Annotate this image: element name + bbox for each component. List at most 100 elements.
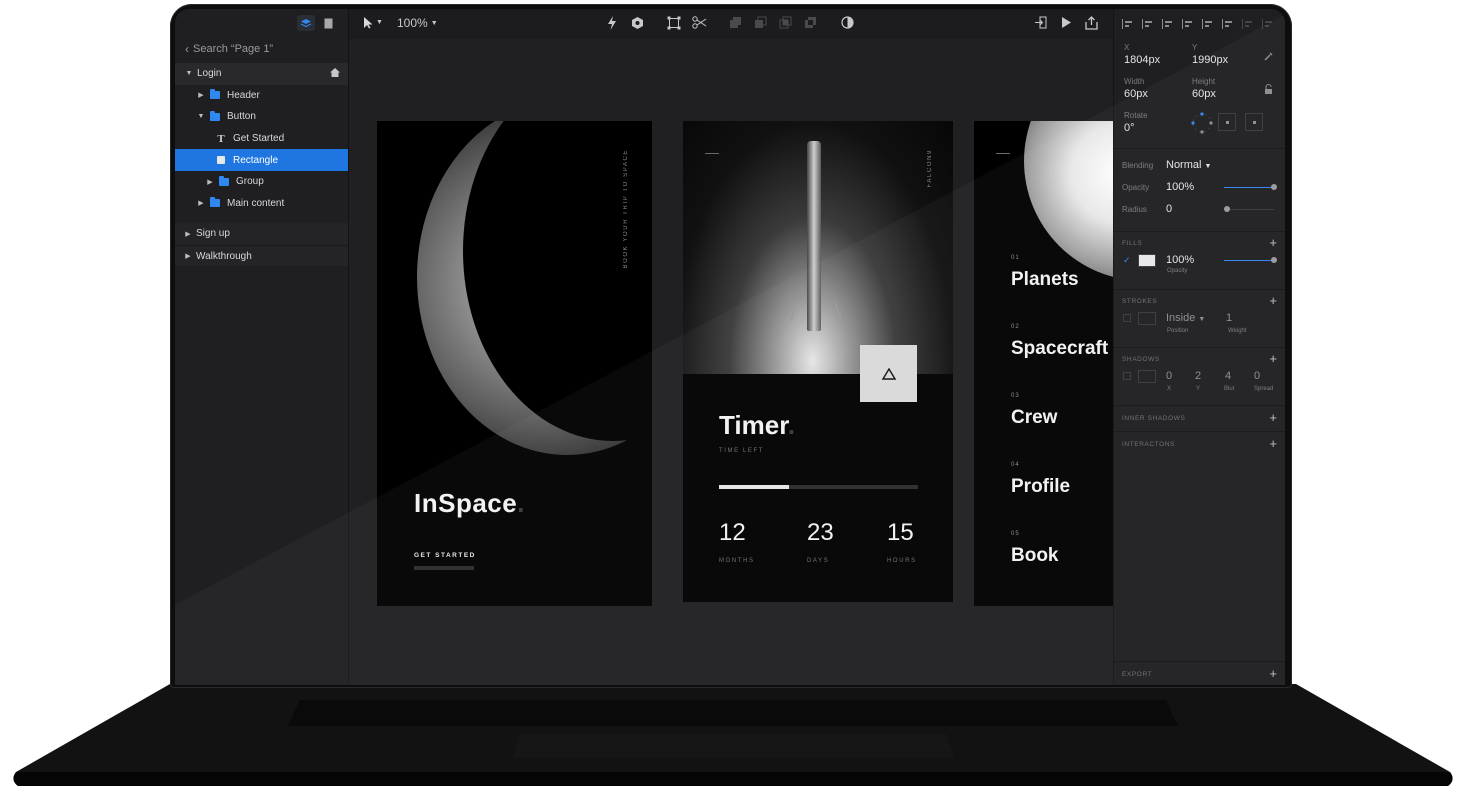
boolean-union-button[interactable] xyxy=(729,16,742,29)
add-fill-button[interactable]: + xyxy=(1269,236,1277,249)
rotation-dial-icon[interactable] xyxy=(1190,111,1214,135)
caret-down-icon[interactable]: ▼ xyxy=(185,70,193,77)
preview-button[interactable] xyxy=(1061,16,1072,29)
menu-item-book[interactable]: Book xyxy=(1011,545,1059,567)
align-left-icon[interactable] xyxy=(1122,19,1134,29)
shadow-y-input[interactable]: 2 xyxy=(1195,370,1201,382)
menu-item-profile[interactable]: Profile xyxy=(1011,476,1070,498)
distribute-horizontal-icon[interactable] xyxy=(1242,19,1254,29)
interactions-header: INTERACTONS xyxy=(1122,441,1176,448)
shadow-blur-input[interactable]: 4 xyxy=(1225,370,1231,382)
add-export-button[interactable]: + xyxy=(1269,667,1277,680)
layers-tab[interactable] xyxy=(297,15,315,31)
add-interaction-button[interactable]: + xyxy=(1269,437,1277,450)
caret-right-icon[interactable]: ▶ xyxy=(206,178,214,186)
strokes-header: STROKES xyxy=(1122,298,1158,305)
artboard-timer[interactable]: FALCON9 Timer. TIME LEFT 12 MONTHS 23 DA… xyxy=(683,121,953,602)
shadow-spread-input[interactable]: 0 xyxy=(1254,370,1260,382)
brand-dot: . xyxy=(517,488,525,518)
transform-button[interactable] xyxy=(667,16,681,30)
align-top-icon[interactable] xyxy=(1182,19,1194,29)
layer-login[interactable]: ▼ Login xyxy=(175,63,348,85)
align-bottom-icon[interactable] xyxy=(1222,19,1234,29)
fill-opacity-slider[interactable] xyxy=(1224,260,1274,261)
boolean-subtract-button[interactable] xyxy=(754,16,767,29)
caret-right-icon[interactable]: ▶ xyxy=(197,91,205,99)
menu-item-planets[interactable]: Planets xyxy=(1011,269,1079,291)
pages-tab[interactable] xyxy=(319,15,337,31)
rotate-input[interactable]: 0° xyxy=(1124,122,1135,134)
stroke-checkbox[interactable] xyxy=(1123,314,1131,322)
flip-vertical-button[interactable] xyxy=(1245,113,1263,131)
layer-main-content[interactable]: ▶ Main content xyxy=(175,193,348,215)
import-button[interactable] xyxy=(1035,16,1047,29)
fill-color-swatch[interactable] xyxy=(1138,254,1156,267)
caret-right-icon[interactable]: ▶ xyxy=(184,230,192,238)
layer-header[interactable]: ▶ Header xyxy=(175,85,348,107)
layer-get-started[interactable]: T Get Started xyxy=(175,128,348,150)
shadow-checkbox[interactable] xyxy=(1123,372,1131,380)
export-header: EXPORT xyxy=(1122,671,1153,678)
caret-right-icon[interactable]: ▶ xyxy=(184,252,192,260)
layer-group[interactable]: ▶ Group xyxy=(175,171,348,193)
artboard-menu[interactable]: 01 Planets 02 Spacecraft 03 Crew 04 Prof… xyxy=(974,121,1113,606)
y-input[interactable]: 1990px xyxy=(1192,54,1228,66)
fill-opacity-slider-knob[interactable] xyxy=(1271,257,1277,263)
menu-item-crew[interactable]: Crew xyxy=(1011,407,1057,429)
artboard-inspace[interactable]: BOOK YOUR TRIP TO SPACE InSpace. GET STA… xyxy=(377,121,652,606)
boolean-difference-button[interactable] xyxy=(804,16,817,29)
back-to-search[interactable]: ‹ Search “Page 1” xyxy=(175,39,348,59)
menu-item-spacecraft[interactable]: Spacecraft xyxy=(1011,338,1108,360)
lock-icon[interactable] xyxy=(1264,84,1273,95)
chevron-down-icon: ▼ xyxy=(1204,163,1212,170)
share-button[interactable] xyxy=(1085,16,1098,30)
launch-button[interactable] xyxy=(860,345,917,402)
mask-button[interactable] xyxy=(841,16,854,29)
width-input[interactable]: 60px xyxy=(1124,88,1148,100)
boolean-intersect-button[interactable] xyxy=(779,16,792,29)
eyedropper-icon[interactable] xyxy=(1264,51,1274,61)
component-button[interactable] xyxy=(631,16,644,30)
layer-label: Login xyxy=(197,68,222,80)
align-center-horizontal-icon[interactable] xyxy=(1142,19,1154,29)
opacity-slider[interactable] xyxy=(1224,187,1274,188)
stroke-color-swatch[interactable] xyxy=(1138,312,1156,325)
add-stroke-button[interactable]: + xyxy=(1269,294,1277,307)
layer-walkthrough[interactable]: ▶ Walkthrough xyxy=(175,244,348,267)
radius-slider-knob[interactable] xyxy=(1224,206,1230,212)
flip-horizontal-button[interactable] xyxy=(1218,113,1236,131)
canvas[interactable]: BOOK YOUR TRIP TO SPACE InSpace. GET STA… xyxy=(349,39,1113,685)
get-started-button[interactable]: GET STARTED xyxy=(414,552,476,559)
blending-dropdown[interactable]: Normal ▼ xyxy=(1166,159,1211,171)
add-shadow-button[interactable]: + xyxy=(1269,352,1277,365)
align-middle-icon[interactable] xyxy=(1202,19,1214,29)
fill-opacity-input[interactable]: 100% xyxy=(1166,254,1194,266)
caret-right-icon[interactable]: ▶ xyxy=(197,199,205,207)
zoom-dropdown[interactable]: 100% ▼ xyxy=(397,16,438,30)
prototype-button[interactable] xyxy=(607,16,617,30)
x-input[interactable]: 1804px xyxy=(1124,54,1160,66)
stroke-position-dropdown[interactable]: Inside ▼ xyxy=(1166,312,1205,324)
home-icon[interactable] xyxy=(330,68,340,80)
brand-title: InSpace. xyxy=(414,488,525,519)
distribute-vertical-icon[interactable] xyxy=(1262,19,1274,29)
opacity-input[interactable]: 100% xyxy=(1166,181,1194,193)
shadow-color-swatch[interactable] xyxy=(1138,370,1156,383)
scissors-button[interactable] xyxy=(692,16,707,29)
checkmark-icon[interactable]: ✓ xyxy=(1123,255,1131,266)
stroke-weight-input[interactable]: 1 xyxy=(1226,312,1232,324)
radius-slider[interactable] xyxy=(1224,209,1274,210)
add-inner-shadow-button[interactable]: + xyxy=(1269,411,1277,424)
select-tool-button[interactable]: ▼ xyxy=(363,16,383,29)
radius-input[interactable]: 0 xyxy=(1166,203,1172,215)
caret-down-icon[interactable]: ▼ xyxy=(197,113,205,120)
opacity-slider-knob[interactable] xyxy=(1271,184,1277,190)
layer-sign-up[interactable]: ▶ Sign up xyxy=(175,223,348,245)
layer-rectangle[interactable]: Rectangle xyxy=(175,149,348,171)
layer-button[interactable]: ▼ Button xyxy=(175,106,348,128)
align-right-icon[interactable] xyxy=(1162,19,1174,29)
time-progress-bar xyxy=(719,485,918,489)
shadow-x-input[interactable]: 0 xyxy=(1166,370,1172,382)
height-input[interactable]: 60px xyxy=(1192,88,1216,100)
stroke-weight-label: Weight xyxy=(1228,328,1247,334)
